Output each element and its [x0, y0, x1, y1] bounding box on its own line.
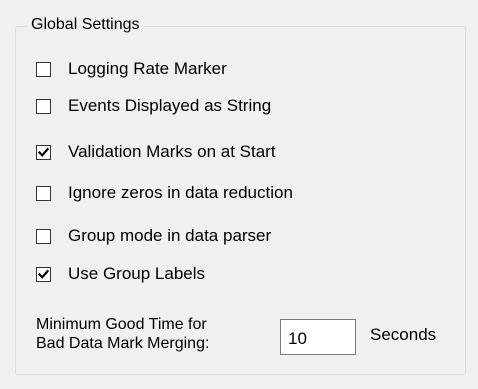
validation-marks-on-at-start-checkbox[interactable]: Validation Marks on at Start: [36, 140, 276, 164]
seconds-units-label: Seconds: [370, 325, 437, 344]
checkbox-box[interactable]: [36, 185, 51, 201]
events-displayed-as-string-checkbox[interactable]: Events Displayed as String: [36, 94, 271, 118]
checkbox-label: Ignore zeros in data reduction: [68, 183, 293, 202]
checkbox-label: Logging Rate Marker: [68, 59, 227, 78]
checkbox-box[interactable]: [36, 98, 51, 114]
checkbox-box[interactable]: [36, 266, 51, 282]
ignore-zeros-checkbox[interactable]: Ignore zeros in data reduction: [36, 181, 293, 205]
checkbox-box[interactable]: [36, 144, 51, 160]
minimum-good-time-label-line-2: Bad Data Mark Merging:: [36, 335, 210, 352]
minimum-good-time-label: Minimum Good Time for Bad Data Mark Merg…: [36, 315, 209, 353]
checkbox-label: Validation Marks on at Start: [68, 142, 276, 161]
checkbox-label: Use Group Labels: [68, 264, 206, 283]
checkbox-label: Group mode in data parser: [68, 226, 272, 245]
checkbox-label: Events Displayed as String: [68, 96, 272, 115]
checkbox-box[interactable]: [36, 61, 51, 77]
check-mark-icon: [38, 147, 49, 157]
group-mode-in-data-parser-checkbox[interactable]: Group mode in data parser: [36, 224, 271, 248]
check-mark-icon: [38, 269, 49, 279]
minimum-good-time-input[interactable]: [280, 319, 356, 355]
minimum-good-time-label-line-1: Minimum Good Time for: [36, 316, 207, 333]
group-title: Global Settings: [27, 13, 144, 37]
checkbox-box[interactable]: [36, 228, 51, 244]
use-group-labels-checkbox[interactable]: Use Group Labels: [36, 262, 205, 286]
logging-rate-marker-checkbox[interactable]: Logging Rate Marker: [36, 57, 227, 81]
